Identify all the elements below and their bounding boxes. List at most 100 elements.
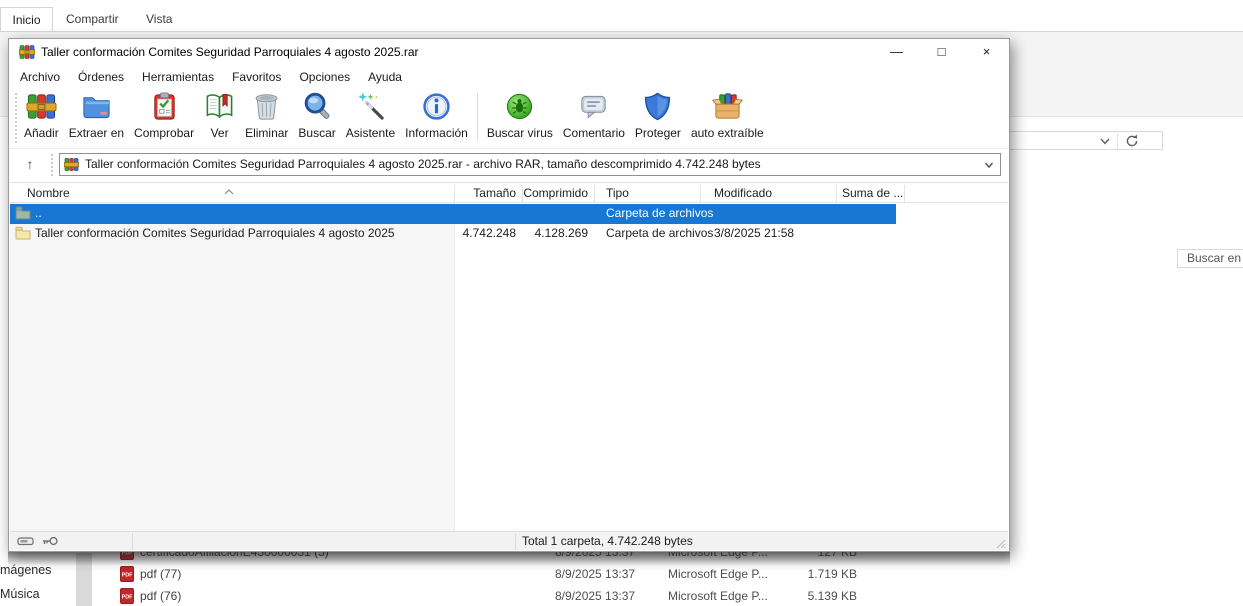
address-dropdown-chevron-icon[interactable] xyxy=(1098,134,1112,148)
wizard-button[interactable]: Asistente xyxy=(341,89,400,140)
toolbar-label: Comprobar xyxy=(134,126,194,140)
drive-icon[interactable] xyxy=(17,534,35,551)
statusbar-icons xyxy=(17,534,59,551)
delete-trash-icon xyxy=(251,91,282,125)
file-date: 8/9/2025 13:37 xyxy=(555,589,635,603)
test-button[interactable]: Comprobar xyxy=(129,89,199,140)
menu-ordenes[interactable]: Órdenes xyxy=(69,66,133,89)
extract-folder-icon xyxy=(81,91,112,125)
toolbar-separator xyxy=(477,93,478,141)
maximize-button[interactable]: □ xyxy=(919,39,964,66)
list-row-folder[interactable]: Taller conformación Comites Seguridad Pa… xyxy=(10,224,1008,244)
toolbar-label: Ver xyxy=(211,126,229,140)
add-button[interactable]: Añadir xyxy=(19,89,64,140)
list-row-parent-dir[interactable]: .. Carpeta de archivos xyxy=(10,204,1008,224)
find-button[interactable]: Buscar xyxy=(293,89,340,140)
column-header-modificado[interactable]: Modificado xyxy=(714,186,772,200)
view-book-icon xyxy=(204,91,235,125)
row-type: Carpeta de archivos xyxy=(606,226,713,240)
menu-ayuda[interactable]: Ayuda xyxy=(359,66,411,89)
view-button[interactable]: Ver xyxy=(199,89,240,140)
status-total-text: Total 1 carpeta, 4.742.248 bytes xyxy=(522,534,693,548)
virus-scan-button[interactable]: Buscar virus xyxy=(482,89,558,140)
winrar-titlebar[interactable]: Taller conformación Comites Seguridad Pa… xyxy=(9,39,1009,66)
column-header-tipo[interactable]: Tipo xyxy=(606,186,629,200)
winrar-window: Taller conformación Comites Seguridad Pa… xyxy=(8,38,1010,552)
tab-inicio[interactable]: Inicio xyxy=(0,7,53,32)
minimize-button[interactable]: — xyxy=(874,39,919,66)
key-icon[interactable] xyxy=(41,534,59,551)
tab-compartir[interactable]: Compartir xyxy=(66,7,119,32)
file-type: Microsoft Edge P... xyxy=(668,589,768,603)
statusbar-separator xyxy=(515,533,516,550)
toolbar-label: Información xyxy=(405,126,468,140)
row-type: Carpeta de archivos xyxy=(606,206,713,220)
winrar-app-icon xyxy=(19,44,35,60)
close-button[interactable]: × xyxy=(964,39,1009,66)
test-clipboard-icon xyxy=(149,91,180,125)
header-separator[interactable] xyxy=(594,185,595,202)
column-header-suma[interactable]: Suma de ... xyxy=(842,186,903,200)
refresh-icon[interactable] xyxy=(1124,133,1140,149)
winrar-menubar: Archivo Órdenes Herramientas Favoritos O… xyxy=(9,66,1009,89)
up-folder-icon xyxy=(15,206,31,220)
row-modified: 3/8/2025 21:58 xyxy=(714,226,794,240)
header-separator[interactable] xyxy=(454,185,455,202)
menu-favoritos[interactable]: Favoritos xyxy=(223,66,290,89)
toolbar-grip xyxy=(15,93,17,143)
tab-vista[interactable]: Vista xyxy=(146,7,172,32)
row-name: Taller conformación Comites Seguridad Pa… xyxy=(35,226,395,240)
comment-button[interactable]: Comentario xyxy=(558,89,630,140)
column-header-tamano[interactable]: Tamaño xyxy=(454,186,516,200)
up-directory-button[interactable]: ↑ xyxy=(17,153,43,177)
row-size: 4.742.248 xyxy=(454,226,516,240)
combobox-chevron-down-icon[interactable] xyxy=(983,159,995,171)
search-input[interactable]: Buscar en Desc xyxy=(1177,249,1243,268)
folder-icon xyxy=(15,226,31,240)
virus-scan-icon xyxy=(504,91,535,125)
info-icon xyxy=(421,91,452,125)
find-magnifier-icon xyxy=(302,91,333,125)
toolbar-label: Buscar xyxy=(298,126,335,140)
toolbar-label: Añadir xyxy=(24,126,59,140)
extract-button[interactable]: Extraer en xyxy=(64,89,129,140)
file-row-pdf-77[interactable]: PDF pdf (77) 8/9/2025 13:37 Microsoft Ed… xyxy=(100,565,1200,585)
toolbar-label: Comentario xyxy=(563,126,625,140)
sfx-box-icon xyxy=(712,91,743,125)
sidebar-scrollbar[interactable] xyxy=(76,553,92,606)
row-packed: 4.128.269 xyxy=(522,226,588,240)
header-separator[interactable] xyxy=(700,185,701,202)
explorer-ribbon-tabs: Inicio Compartir Vista xyxy=(0,0,1243,31)
header-separator[interactable] xyxy=(836,185,837,202)
pdf-icon: PDF xyxy=(120,566,134,582)
toolbar-label: Extraer en xyxy=(69,126,124,140)
toolbar-label: Buscar virus xyxy=(487,126,553,140)
sfx-button[interactable]: auto extraíble xyxy=(686,89,769,140)
toolbar-label: Eliminar xyxy=(245,126,288,140)
file-name: pdf (77) xyxy=(140,567,181,581)
header-separator[interactable] xyxy=(904,185,905,202)
toolbar-label: Proteger xyxy=(635,126,681,140)
wizard-wand-icon xyxy=(355,91,386,125)
file-row-pdf-76[interactable]: PDF pdf (76) 8/9/2025 13:37 Microsoft Ed… xyxy=(100,587,1200,606)
column-header-nombre[interactable]: Nombre xyxy=(27,186,70,200)
sidebar-item-musica[interactable]: Música xyxy=(0,586,40,602)
menu-opciones[interactable]: Opciones xyxy=(290,66,359,89)
window-title: Taller conformación Comites Seguridad Pa… xyxy=(41,45,419,59)
protect-shield-icon xyxy=(642,91,673,125)
protect-button[interactable]: Proteger xyxy=(630,89,686,140)
resize-grip[interactable] xyxy=(996,538,1006,548)
address-bar-separator xyxy=(1117,133,1118,149)
header-separator[interactable] xyxy=(522,185,523,202)
archive-path-combobox[interactable]: Taller conformación Comites Seguridad Pa… xyxy=(59,153,1001,176)
info-button[interactable]: Información xyxy=(400,89,473,140)
pdf-icon: PDF xyxy=(120,588,134,604)
file-date: 8/9/2025 13:37 xyxy=(555,567,635,581)
sidebar-item-imagenes[interactable]: mágenes xyxy=(0,562,51,578)
column-header-comprimido[interactable]: Comprimido xyxy=(522,186,588,200)
menu-herramientas[interactable]: Herramientas xyxy=(133,66,223,89)
add-icon xyxy=(26,91,57,125)
menu-archivo[interactable]: Archivo xyxy=(11,66,69,89)
screen: Inicio Compartir Vista Buscar en Desc má… xyxy=(0,0,1243,606)
delete-button[interactable]: Eliminar xyxy=(240,89,293,140)
